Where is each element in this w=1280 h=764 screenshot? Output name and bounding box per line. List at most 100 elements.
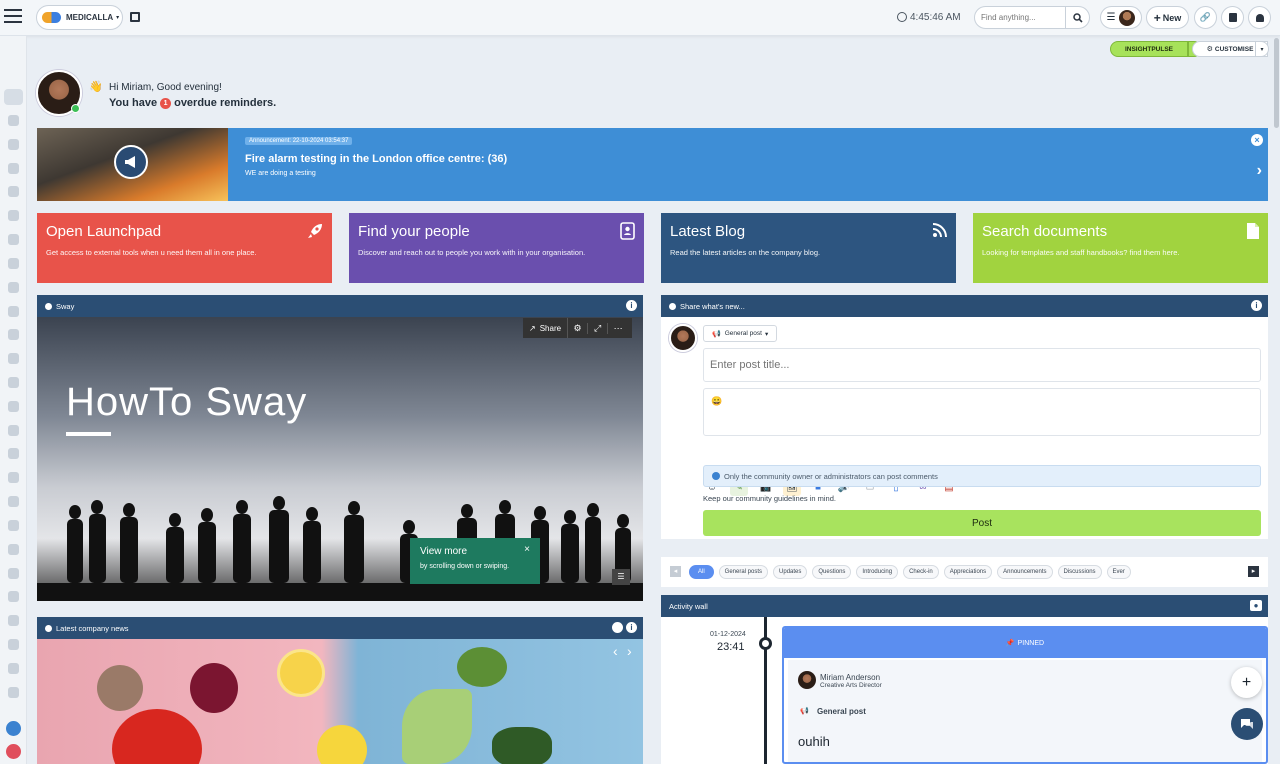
filter-chip-check-in[interactable]: Check-in (903, 565, 939, 579)
filter-chip-all[interactable]: All (689, 565, 714, 579)
sway-toolbar: ↗ Share ⚙ ⤢ ⋯ (523, 318, 632, 338)
brand-switcher[interactable]: MEDICALLA ▾ (36, 5, 123, 30)
sidebar-item-icon[interactable] (8, 401, 19, 412)
search-button[interactable] (1065, 7, 1089, 28)
sidebar-item-icon[interactable] (8, 282, 19, 293)
insightpulse-button[interactable]: INSIGHTPULSE (1110, 41, 1188, 57)
close-icon[interactable]: × (1251, 134, 1263, 146)
sidebar-item-icon[interactable] (8, 496, 19, 507)
sidebar-item-icon[interactable] (8, 472, 19, 483)
sidebar-item-icon[interactable] (8, 139, 19, 150)
chevron-right-icon[interactable]: › (627, 643, 632, 659)
reminder-line[interactable]: You have 1 overdue reminders. (109, 97, 276, 109)
sidebar-item-icon[interactable] (8, 615, 19, 626)
info-icon[interactable]: i (1251, 300, 1262, 311)
filter-chip-updates[interactable]: Updates (773, 565, 808, 579)
new-button[interactable]: + New (1146, 6, 1189, 29)
sidebar-item-icon[interactable] (8, 210, 19, 221)
list-icon: ☰ (1106, 12, 1116, 23)
sway-embed[interactable]: ↗ Share ⚙ ⤢ ⋯ HowTo Sway View more by sc… (37, 317, 643, 601)
chevron-left-icon[interactable]: ‹ (613, 643, 618, 659)
pinned-bar: 📌 PINNED (784, 628, 1266, 658)
sidebar-item-icon[interactable] (8, 163, 19, 174)
info-icon[interactable]: i (626, 300, 637, 311)
launchpad-card[interactable]: Open Launchpad Get access to external to… (37, 213, 332, 283)
profile-avatar[interactable] (36, 70, 82, 116)
vegetable-cucumber (492, 727, 552, 764)
filter-chip-appreciations[interactable]: Appreciations (943, 565, 993, 579)
calendar-button[interactable] (1221, 6, 1244, 29)
notifications-button[interactable] (1248, 6, 1271, 29)
add-post-fab[interactable]: + (1231, 667, 1262, 698)
global-search (974, 6, 1090, 29)
announcement-banner[interactable]: Announcement: 22-10-2024 03:54:37 Fire a… (37, 128, 1268, 201)
post-body-input[interactable]: 😀 (703, 388, 1261, 436)
user-menu[interactable]: ☰ (1100, 6, 1142, 29)
scroll-left-button[interactable]: ◂ (670, 566, 681, 577)
scroll-right-button[interactable]: ▸ (1248, 566, 1259, 577)
filter-chip-questions[interactable]: Questions (812, 565, 852, 579)
sidebar-item-icon[interactable] (8, 329, 19, 340)
settings-icon[interactable] (6, 744, 21, 759)
info-icon[interactable]: i (626, 622, 637, 633)
filter-chip-announcements[interactable]: Announcements (997, 565, 1053, 579)
sidebar-item-icon[interactable] (8, 544, 19, 555)
calendar-icon (1228, 13, 1237, 22)
eye-icon[interactable]: ● (1250, 600, 1262, 611)
filter-chip-introducing[interactable]: Introducing (856, 565, 899, 579)
news-image[interactable]: ‹ › (37, 639, 643, 764)
settings-icon[interactable]: ⚙ (568, 322, 589, 334)
latest-blog-card[interactable]: Latest Blog Read the latest articles on … (661, 213, 956, 283)
vegetable-potato (97, 665, 143, 711)
share-button[interactable]: ↗ Share (523, 318, 569, 338)
close-icon[interactable]: × (524, 544, 530, 555)
minimize-icon[interactable] (612, 622, 623, 633)
fullscreen-icon[interactable] (130, 12, 140, 22)
sidebar-item-icon[interactable] (8, 258, 19, 269)
page-scrollbar[interactable] (1274, 38, 1279, 128)
sidebar-item-icon[interactable] (8, 448, 19, 459)
sidebar-item-icon[interactable] (8, 115, 19, 126)
sidebar-item-icon[interactable] (8, 663, 19, 674)
sidebar-item-icon[interactable] (8, 353, 19, 364)
sidebar-item-icon[interactable] (8, 234, 19, 245)
sway-header: Sway i (37, 295, 643, 317)
filter-chip-general-posts[interactable]: General posts (718, 565, 769, 579)
menu-icon[interactable] (4, 9, 22, 25)
filter-chip-events[interactable]: Ever (1106, 565, 1131, 579)
wave-icon: 👋 (89, 81, 103, 93)
sway-title-underline (66, 432, 111, 436)
sidebar-item-icon[interactable] (8, 687, 19, 698)
sidebar-item-icon[interactable] (8, 520, 19, 531)
post-time: 23:41 (717, 641, 745, 653)
chevron-right-icon[interactable]: › (1257, 162, 1262, 180)
sway-title: HowTo Sway (66, 380, 308, 424)
announcement-badge: Announcement: 22-10-2024 03:54:37 (245, 137, 353, 145)
sidebar-item-icon[interactable] (8, 639, 19, 650)
pinned-post-card[interactable]: 📌 PINNED Miriam Anderson Creative Arts D… (782, 626, 1268, 764)
sidebar-item-icon[interactable] (8, 186, 19, 197)
help-icon[interactable] (6, 721, 21, 736)
navigation-icon[interactable]: ☰ (612, 569, 630, 585)
sidebar-item-icon[interactable] (8, 377, 19, 388)
left-sidebar (0, 36, 27, 764)
post-button[interactable]: Post (703, 510, 1261, 536)
author-name[interactable]: Miriam Anderson (820, 673, 880, 682)
link-button[interactable]: 🔗 (1194, 6, 1217, 29)
search-input[interactable] (975, 13, 1065, 22)
expand-icon[interactable]: ⤢ (588, 322, 609, 334)
search-documents-card[interactable]: Search documents Looking for templates a… (973, 213, 1268, 283)
sidebar-item-icon[interactable] (8, 568, 19, 579)
sidebar-item-icon[interactable] (8, 591, 19, 602)
post-title-input[interactable] (703, 348, 1261, 382)
info-circle-icon (712, 472, 720, 480)
post-type-select[interactable]: 📢 General post ▾ (703, 325, 778, 342)
find-people-card[interactable]: Find your people Discover and reach out … (349, 213, 644, 283)
sidebar-item-home[interactable] (4, 89, 23, 105)
sidebar-item-icon[interactable] (8, 306, 19, 317)
sidebar-item-icon[interactable] (8, 425, 19, 436)
link-icon: 🔗 (1199, 12, 1212, 22)
chat-fab[interactable] (1231, 708, 1263, 740)
filter-chip-discussions[interactable]: Discussions (1057, 565, 1102, 579)
more-icon[interactable]: ⋯ (608, 323, 628, 334)
